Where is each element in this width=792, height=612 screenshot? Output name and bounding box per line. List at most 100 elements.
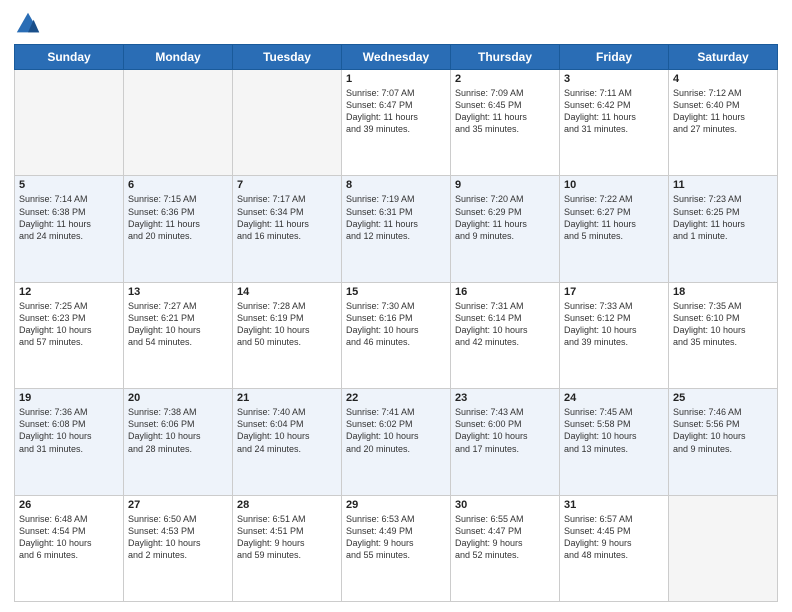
calendar-cell: 20 Sunrise: 7:38 AMSunset: 6:06 PMDayligh… xyxy=(124,389,233,495)
logo xyxy=(14,10,46,38)
calendar-cell: 21 Sunrise: 7:40 AMSunset: 6:04 PMDayligh… xyxy=(233,389,342,495)
day-number: 27 xyxy=(128,499,228,511)
calendar-cell: 22Sunrise: 7:41 AMSunset: 6:02 PMDayligh… xyxy=(342,389,451,495)
day-number: 22 xyxy=(346,392,446,404)
cell-text: Sunrise: 7:45 AMSunset: 5:58 PMDaylight:… xyxy=(564,406,664,455)
cell-text: Sunrise: 7:11 AMSunset: 6:42 PMDaylight:… xyxy=(564,87,664,136)
weekday-row: SundayMondayTuesdayWednesdayThursdayFrid… xyxy=(15,45,778,70)
calendar-cell: 17Sunrise: 7:33 AMSunset: 6:12 PMDayligh… xyxy=(560,282,669,388)
calendar-cell: 3 Sunrise: 7:11 AMSunset: 6:42 PMDaylight… xyxy=(560,70,669,176)
calendar-cell: 31 Sunrise: 6:57 AMSunset: 4:45 PMDayligh… xyxy=(560,495,669,601)
day-number: 26 xyxy=(19,499,119,511)
cell-text: Sunrise: 7:14 AMSunset: 6:38 PMDaylight:… xyxy=(19,193,119,242)
calendar-body: 1 Sunrise: 7:07 AMSunset: 6:47 PMDaylight… xyxy=(15,70,778,602)
day-number: 23 xyxy=(455,392,555,404)
calendar-cell xyxy=(124,70,233,176)
cell-text: Sunrise: 7:40 AMSunset: 6:04 PMDaylight:… xyxy=(237,406,337,455)
calendar-cell: 26 Sunrise: 6:48 AMSunset: 4:54 PMDayligh… xyxy=(15,495,124,601)
cell-text: Sunrise: 7:30 AMSunset: 6:16 PMDaylight:… xyxy=(346,300,446,349)
day-number: 6 xyxy=(128,179,228,191)
calendar-cell: 10Sunrise: 7:22 AMSunset: 6:27 PMDayligh… xyxy=(560,176,669,282)
day-number: 16 xyxy=(455,286,555,298)
weekday-header-thursday: Thursday xyxy=(451,45,560,70)
day-number: 13 xyxy=(128,286,228,298)
calendar-cell: 29Sunrise: 6:53 AMSunset: 4:49 PMDayligh… xyxy=(342,495,451,601)
calendar-cell: 27 Sunrise: 6:50 AMSunset: 4:53 PMDayligh… xyxy=(124,495,233,601)
day-number: 24 xyxy=(564,392,664,404)
day-number: 9 xyxy=(455,179,555,191)
cell-text: Sunrise: 6:53 AMSunset: 4:49 PMDaylight:… xyxy=(346,513,446,562)
weekday-header-sunday: Sunday xyxy=(15,45,124,70)
day-number: 15 xyxy=(346,286,446,298)
day-number: 18 xyxy=(673,286,773,298)
week-row-1: 5Sunrise: 7:14 AMSunset: 6:38 PMDaylight… xyxy=(15,176,778,282)
day-number: 1 xyxy=(346,73,446,85)
weekday-header-wednesday: Wednesday xyxy=(342,45,451,70)
calendar-cell: 19 Sunrise: 7:36 AMSunset: 6:08 PMDayligh… xyxy=(15,389,124,495)
cell-text: Sunrise: 7:35 AMSunset: 6:10 PMDaylight:… xyxy=(673,300,773,349)
calendar-cell: 9 Sunrise: 7:20 AMSunset: 6:29 PMDaylight… xyxy=(451,176,560,282)
cell-text: Sunrise: 7:36 AMSunset: 6:08 PMDaylight:… xyxy=(19,406,119,455)
day-number: 30 xyxy=(455,499,555,511)
calendar-cell: 11 Sunrise: 7:23 AMSunset: 6:25 PMDayligh… xyxy=(669,176,778,282)
calendar-cell xyxy=(669,495,778,601)
calendar-cell: 7 Sunrise: 7:17 AMSunset: 6:34 PMDaylight… xyxy=(233,176,342,282)
day-number: 20 xyxy=(128,392,228,404)
calendar-cell: 4 Sunrise: 7:12 AMSunset: 6:40 PMDaylight… xyxy=(669,70,778,176)
cell-text: Sunrise: 7:17 AMSunset: 6:34 PMDaylight:… xyxy=(237,193,337,242)
day-number: 21 xyxy=(237,392,337,404)
day-number: 4 xyxy=(673,73,773,85)
day-number: 19 xyxy=(19,392,119,404)
calendar-cell: 28Sunrise: 6:51 AMSunset: 4:51 PMDayligh… xyxy=(233,495,342,601)
cell-text: Sunrise: 6:51 AMSunset: 4:51 PMDaylight:… xyxy=(237,513,337,562)
calendar-cell: 25 Sunrise: 7:46 AMSunset: 5:56 PMDayligh… xyxy=(669,389,778,495)
calendar-cell: 23Sunrise: 7:43 AMSunset: 6:00 PMDayligh… xyxy=(451,389,560,495)
header xyxy=(14,10,778,38)
cell-text: Sunrise: 7:07 AMSunset: 6:47 PMDaylight:… xyxy=(346,87,446,136)
calendar-cell: 16 Sunrise: 7:31 AMSunset: 6:14 PMDayligh… xyxy=(451,282,560,388)
calendar-cell: 8Sunrise: 7:19 AMSunset: 6:31 PMDaylight… xyxy=(342,176,451,282)
calendar-cell: 14Sunrise: 7:28 AMSunset: 6:19 PMDayligh… xyxy=(233,282,342,388)
cell-text: Sunrise: 6:50 AMSunset: 4:53 PMDaylight:… xyxy=(128,513,228,562)
week-row-4: 26 Sunrise: 6:48 AMSunset: 4:54 PMDayligh… xyxy=(15,495,778,601)
cell-text: Sunrise: 7:38 AMSunset: 6:06 PMDaylight:… xyxy=(128,406,228,455)
calendar-table: SundayMondayTuesdayWednesdayThursdayFrid… xyxy=(14,44,778,602)
cell-text: Sunrise: 7:15 AMSunset: 6:36 PMDaylight:… xyxy=(128,193,228,242)
week-row-3: 19 Sunrise: 7:36 AMSunset: 6:08 PMDayligh… xyxy=(15,389,778,495)
cell-text: Sunrise: 6:48 AMSunset: 4:54 PMDaylight:… xyxy=(19,513,119,562)
day-number: 14 xyxy=(237,286,337,298)
calendar-cell: 5Sunrise: 7:14 AMSunset: 6:38 PMDaylight… xyxy=(15,176,124,282)
day-number: 25 xyxy=(673,392,773,404)
logo-icon xyxy=(14,10,42,38)
cell-text: Sunrise: 7:12 AMSunset: 6:40 PMDaylight:… xyxy=(673,87,773,136)
weekday-header-monday: Monday xyxy=(124,45,233,70)
calendar-cell xyxy=(233,70,342,176)
weekday-header-saturday: Saturday xyxy=(669,45,778,70)
cell-text: Sunrise: 7:31 AMSunset: 6:14 PMDaylight:… xyxy=(455,300,555,349)
weekday-header-friday: Friday xyxy=(560,45,669,70)
cell-text: Sunrise: 7:23 AMSunset: 6:25 PMDaylight:… xyxy=(673,193,773,242)
calendar-cell xyxy=(15,70,124,176)
day-number: 3 xyxy=(564,73,664,85)
cell-text: Sunrise: 7:25 AMSunset: 6:23 PMDaylight:… xyxy=(19,300,119,349)
cell-text: Sunrise: 6:55 AMSunset: 4:47 PMDaylight:… xyxy=(455,513,555,562)
calendar-cell: 13 Sunrise: 7:27 AMSunset: 6:21 PMDayligh… xyxy=(124,282,233,388)
day-number: 2 xyxy=(455,73,555,85)
calendar-cell: 30 Sunrise: 6:55 AMSunset: 4:47 PMDayligh… xyxy=(451,495,560,601)
day-number: 31 xyxy=(564,499,664,511)
cell-text: Sunrise: 6:57 AMSunset: 4:45 PMDaylight:… xyxy=(564,513,664,562)
weekday-header-tuesday: Tuesday xyxy=(233,45,342,70)
week-row-0: 1 Sunrise: 7:07 AMSunset: 6:47 PMDaylight… xyxy=(15,70,778,176)
calendar-cell: 12Sunrise: 7:25 AMSunset: 6:23 PMDayligh… xyxy=(15,282,124,388)
cell-text: Sunrise: 7:33 AMSunset: 6:12 PMDaylight:… xyxy=(564,300,664,349)
week-row-2: 12Sunrise: 7:25 AMSunset: 6:23 PMDayligh… xyxy=(15,282,778,388)
page: SundayMondayTuesdayWednesdayThursdayFrid… xyxy=(0,0,792,612)
cell-text: Sunrise: 7:22 AMSunset: 6:27 PMDaylight:… xyxy=(564,193,664,242)
cell-text: Sunrise: 7:19 AMSunset: 6:31 PMDaylight:… xyxy=(346,193,446,242)
day-number: 11 xyxy=(673,179,773,191)
cell-text: Sunrise: 7:20 AMSunset: 6:29 PMDaylight:… xyxy=(455,193,555,242)
calendar-cell: 24 Sunrise: 7:45 AMSunset: 5:58 PMDayligh… xyxy=(560,389,669,495)
day-number: 7 xyxy=(237,179,337,191)
cell-text: Sunrise: 7:27 AMSunset: 6:21 PMDaylight:… xyxy=(128,300,228,349)
cell-text: Sunrise: 7:46 AMSunset: 5:56 PMDaylight:… xyxy=(673,406,773,455)
